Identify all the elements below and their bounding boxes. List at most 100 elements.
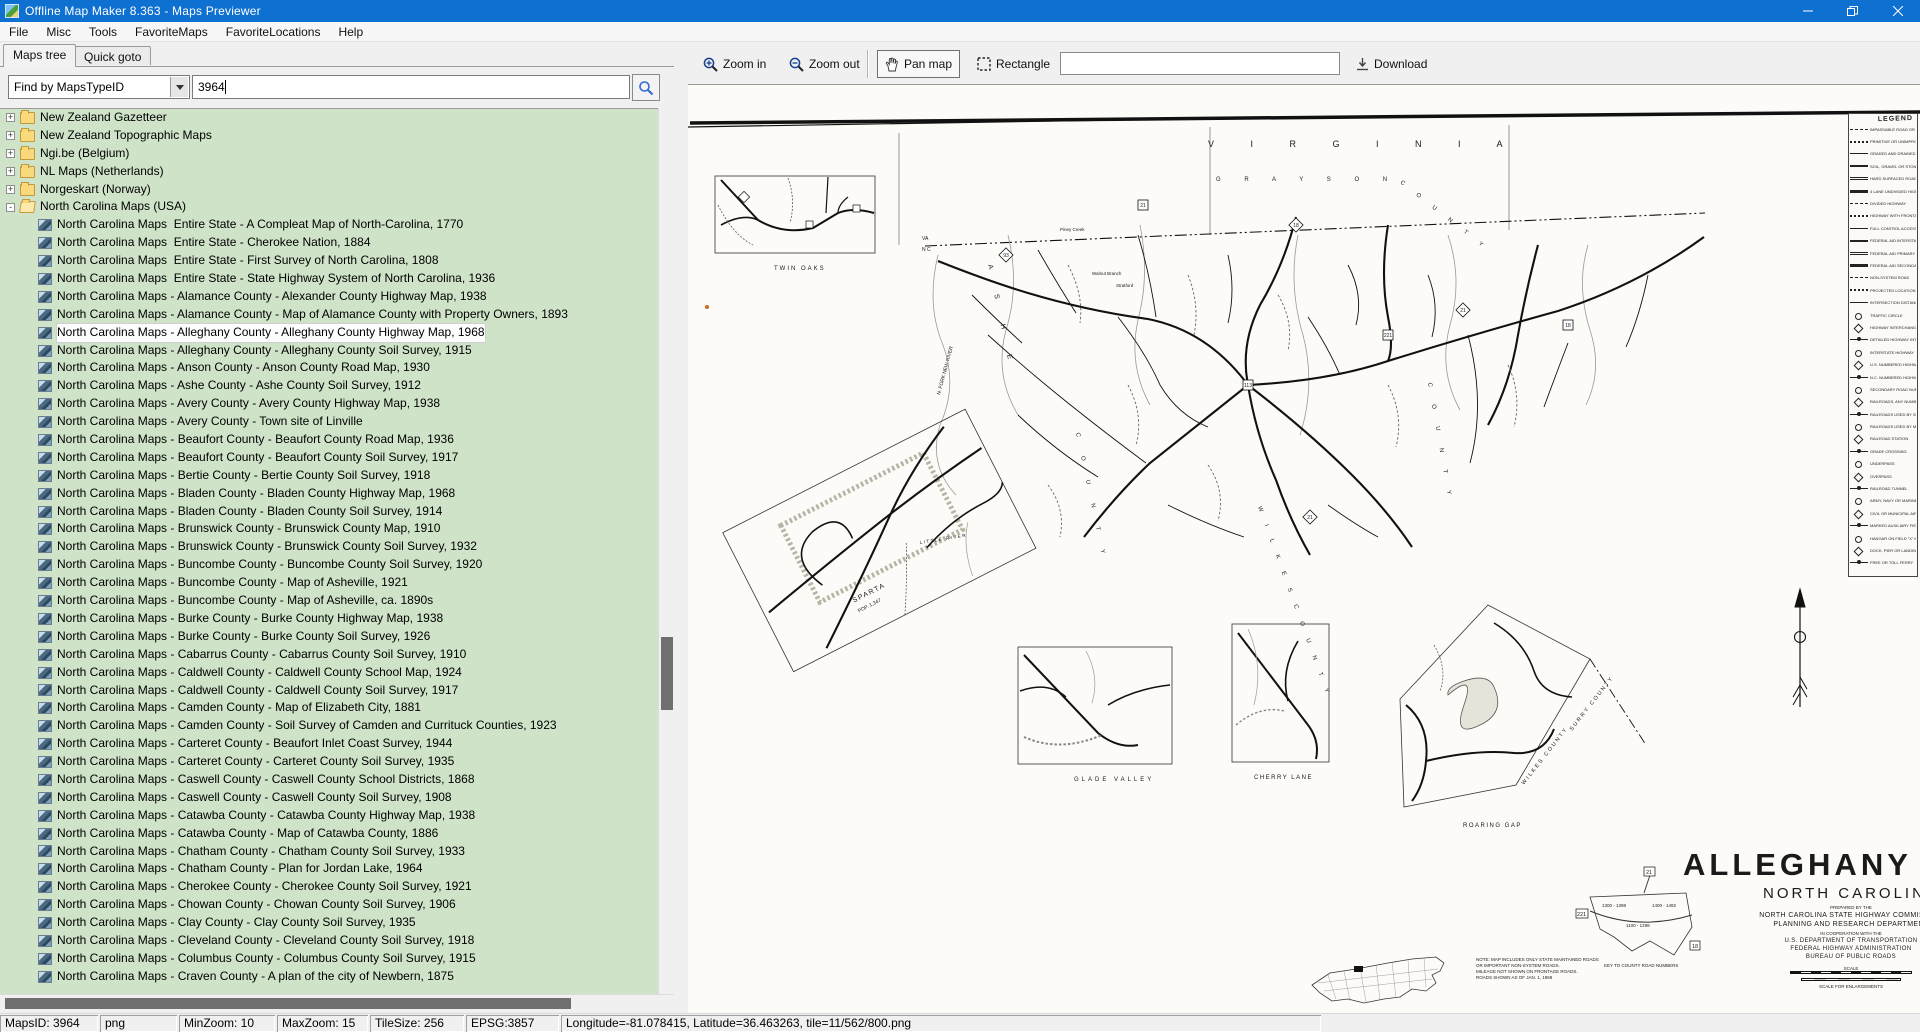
- legend-symbol: [1850, 240, 1868, 242]
- tree-item-map[interactable]: North Carolina Maps - Beaufort County - …: [0, 449, 658, 467]
- maps-tree[interactable]: +New Zealand Gazetteer+New Zealand Topog…: [0, 108, 658, 994]
- tree-item-map[interactable]: North Carolina Maps - Ashe County - Ashe…: [0, 377, 658, 395]
- expand-icon[interactable]: +: [6, 149, 15, 158]
- tree-item-label: NL Maps (Netherlands): [40, 163, 164, 181]
- menu-help[interactable]: Help: [329, 22, 372, 42]
- tree-item-map[interactable]: North Carolina Maps - Bladen County - Bl…: [0, 503, 658, 521]
- tree-item-map[interactable]: North Carolina Maps - Alamance County - …: [0, 288, 658, 306]
- tree-item-map[interactable]: North Carolina Maps - Bertie County - Be…: [0, 467, 658, 485]
- legend-symbol: [1850, 525, 1868, 526]
- legend-row: GRADE CROSSING: [1850, 445, 1916, 457]
- tree-item-label: Norgeskart (Norway): [40, 181, 151, 199]
- tree-item-map[interactable]: North Carolina Maps - Avery County - Tow…: [0, 413, 658, 431]
- vertical-scrollbar-thumb[interactable]: [661, 637, 673, 710]
- tree-item-map[interactable]: North Carolina Maps - Craven County - A …: [0, 968, 658, 986]
- tree-vertical-scrollbar[interactable]: [658, 108, 674, 994]
- restore-button[interactable]: [1830, 0, 1875, 22]
- tree-item-map[interactable]: North Carolina Maps - Catawba County - C…: [0, 807, 658, 825]
- tree-item-map[interactable]: North Carolina Maps - Bladen County - Bl…: [0, 485, 658, 503]
- download-button[interactable]: Download: [1348, 50, 1435, 78]
- tree-item-map[interactable]: North Carolina Maps - Buncombe County - …: [0, 556, 658, 574]
- map-thumbnail-icon: [38, 631, 52, 643]
- tree-item-label: North Carolina Maps - Anson County - Ans…: [57, 359, 430, 377]
- svg-text:V I R G I N I A: V I R G I N I A: [1208, 139, 1520, 149]
- tree-item-folder[interactable]: +New Zealand Topographic Maps: [0, 127, 658, 145]
- tree-item-map[interactable]: North Carolina Maps - Carteret County - …: [0, 735, 658, 753]
- horizontal-scrollbar-thumb[interactable]: [5, 998, 571, 1009]
- tree-item-map[interactable]: North Carolina Maps Entire State - A Com…: [0, 216, 658, 234]
- tree-item-folder[interactable]: + NL Maps (Netherlands): [0, 163, 658, 181]
- menu-file[interactable]: File: [0, 22, 37, 42]
- menu-misc[interactable]: Misc: [37, 22, 80, 42]
- collapse-icon[interactable]: -: [6, 203, 15, 212]
- tab-maps-tree[interactable]: Maps tree: [3, 44, 76, 67]
- expand-icon[interactable]: +: [6, 131, 15, 140]
- tree-item-map[interactable]: North Carolina Maps - Clay County - Clay…: [0, 914, 658, 932]
- tree-item-folder[interactable]: +New Zealand Gazetteer: [0, 109, 658, 127]
- download-label: Download: [1374, 57, 1427, 71]
- tree-item-folder[interactable]: -North Carolina Maps (USA): [0, 198, 658, 216]
- tree-item-map[interactable]: North Carolina Maps - Cabarrus County - …: [0, 646, 658, 664]
- close-button[interactable]: [1875, 0, 1920, 22]
- tree-item-map[interactable]: North Carolina Maps - Caldwell County - …: [0, 664, 658, 682]
- find-mode-select[interactable]: Find by MapsTypeID: [8, 75, 190, 99]
- tree-item-map[interactable]: North Carolina Maps - Cleveland County -…: [0, 932, 658, 950]
- zoom-in-button[interactable]: Zoom in: [695, 50, 774, 78]
- legend-symbol: [1850, 548, 1868, 553]
- tree-item-map[interactable]: North Carolina Maps - Burke County - Bur…: [0, 610, 658, 628]
- tree-item-map[interactable]: North Carolina Maps - Chatham County - P…: [0, 860, 658, 878]
- tree-item-map[interactable]: North Carolina Maps - Brunswick County -…: [0, 520, 658, 538]
- folder-icon: [20, 148, 35, 160]
- tree-item-map[interactable]: North Carolina Maps - Chatham County - C…: [0, 843, 658, 861]
- search-button[interactable]: [632, 74, 660, 101]
- tree-item-map[interactable]: North Carolina Maps - Buncombe County - …: [0, 592, 658, 610]
- menu-tools[interactable]: Tools: [80, 22, 126, 42]
- tree-item-map[interactable]: North Carolina Maps - Burke County - Bur…: [0, 628, 658, 646]
- combo-dropdown-button[interactable]: [170, 77, 188, 97]
- tree-horizontal-scrollbar[interactable]: [0, 994, 674, 1011]
- pan-map-button[interactable]: Pan map: [877, 50, 960, 78]
- tree-item-map[interactable]: North Carolina Maps - Chowan County - Ch…: [0, 896, 658, 914]
- toolbar-text-input[interactable]: [1060, 52, 1340, 75]
- tree-item-map[interactable]: North Carolina Maps Entire State - First…: [0, 252, 658, 270]
- minimize-button[interactable]: [1785, 0, 1830, 22]
- legend-row: RAILROADS USED BY MORE THAN ONE COMPANY …: [1850, 420, 1916, 432]
- tree-item-map[interactable]: North Carolina Maps - Alleghany County -…: [0, 324, 658, 342]
- search-input[interactable]: 3964: [192, 75, 630, 99]
- tree-item-map[interactable]: North Carolina Maps - Beaufort County - …: [0, 431, 658, 449]
- menu-favoritemaps[interactable]: FavoriteMaps: [126, 22, 217, 42]
- svg-text:1300 - 1398: 1300 - 1398: [1602, 903, 1627, 908]
- tree-item-map[interactable]: North Carolina Maps - Carteret County - …: [0, 753, 658, 771]
- legend-symbol: [1850, 203, 1868, 204]
- tree-item-folder[interactable]: + Norgeskart (Norway): [0, 181, 658, 199]
- tree-item-map[interactable]: North Carolina Maps - Catawba County - M…: [0, 825, 658, 843]
- tree-item-map[interactable]: North Carolina Maps - Camden County - Ma…: [0, 699, 658, 717]
- tree-item-map[interactable]: North Carolina Maps Entire State - Chero…: [0, 234, 658, 252]
- tree-item-label: North Carolina Maps - Beaufort County - …: [57, 449, 458, 467]
- status-segment: png: [100, 1015, 177, 1032]
- tree-item-map[interactable]: North Carolina Maps - Avery County - Ave…: [0, 395, 658, 413]
- tree-item-map[interactable]: North Carolina Maps - Brunswick County -…: [0, 538, 658, 556]
- rectangle-button[interactable]: Rectangle: [969, 50, 1058, 78]
- tree-item-map[interactable]: North Carolina Maps - Cherokee County - …: [0, 878, 658, 896]
- tree-item-map[interactable]: North Carolina Maps - Buncombe County - …: [0, 574, 658, 592]
- tree-item-map[interactable]: North Carolina Maps - Camden County - So…: [0, 717, 658, 735]
- tree-item-map[interactable]: North Carolina Maps Entire State - State…: [0, 270, 658, 288]
- tree-item-map[interactable]: North Carolina Maps - Caswell County - C…: [0, 789, 658, 807]
- menu-favoritelocations[interactable]: FavoriteLocations: [217, 22, 330, 42]
- zoom-out-button[interactable]: Zoom out: [781, 50, 868, 78]
- tab-quick-goto[interactable]: Quick goto: [74, 46, 151, 65]
- legend-symbol: [1850, 264, 1868, 267]
- map-thumbnail-icon: [38, 774, 52, 786]
- tree-item-map[interactable]: North Carolina Maps - Anson County - Ans…: [0, 359, 658, 377]
- expand-icon[interactable]: +: [6, 167, 15, 176]
- tree-item-folder[interactable]: +Ngi.be (Belgium): [0, 145, 658, 163]
- map-preview-canvas[interactable]: TWIN OAKS VA N C V I R G I N I A G R A Y…: [688, 85, 1920, 1013]
- tree-item-map[interactable]: North Carolina Maps - Columbus County - …: [0, 950, 658, 968]
- expand-icon[interactable]: +: [6, 185, 15, 194]
- tree-item-map[interactable]: North Carolina Maps - Caswell County - C…: [0, 771, 658, 789]
- tree-item-map[interactable]: North Carolina Maps - Alamance County - …: [0, 306, 658, 324]
- expand-icon[interactable]: +: [6, 113, 15, 122]
- tree-item-map[interactable]: North Carolina Maps - Caldwell County - …: [0, 682, 658, 700]
- tree-item-map[interactable]: North Carolina Maps - Alleghany County -…: [0, 342, 658, 360]
